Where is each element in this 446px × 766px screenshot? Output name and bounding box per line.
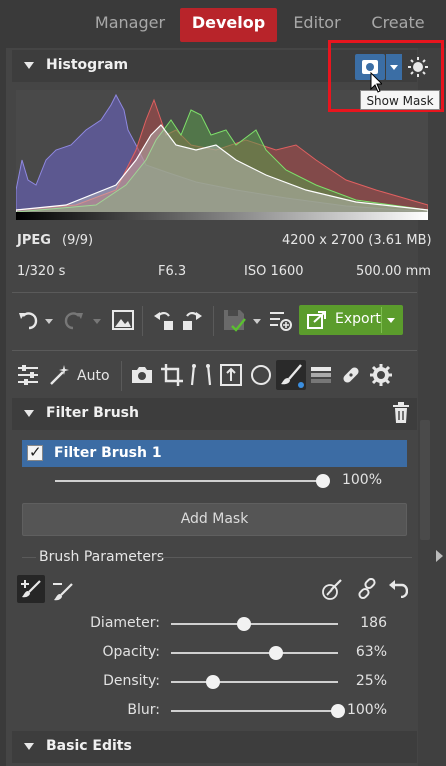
collapse-triangle-icon bbox=[24, 410, 34, 417]
divider bbox=[12, 350, 417, 351]
iso: ISO 1600 bbox=[244, 264, 304, 279]
export-divider bbox=[381, 307, 382, 333]
opacity-slider[interactable] bbox=[171, 652, 338, 654]
collapse-panel-arrow-icon[interactable] bbox=[436, 550, 443, 562]
tab-create[interactable]: Create bbox=[360, 8, 436, 42]
density-knob[interactable] bbox=[205, 675, 220, 689]
focal-length: 500.00 mm bbox=[356, 264, 431, 279]
reset-arrow-icon[interactable] bbox=[388, 578, 408, 598]
shutter-speed: 1/320 s bbox=[17, 264, 66, 279]
aperture: F6.3 bbox=[158, 264, 187, 279]
export-button[interactable]: Export bbox=[299, 305, 403, 335]
undo-history-dropdown[interactable] bbox=[45, 319, 53, 324]
blur-value: 100% bbox=[346, 702, 387, 718]
toolbar-separator bbox=[142, 306, 143, 336]
density-value: 25% bbox=[355, 673, 387, 689]
opacity-knob[interactable] bbox=[269, 646, 284, 660]
save-options-dropdown[interactable] bbox=[253, 319, 261, 324]
density-slider[interactable] bbox=[171, 681, 338, 683]
collapse-triangle-icon bbox=[24, 743, 34, 750]
export-options-dropdown[interactable] bbox=[387, 318, 395, 323]
mouse-cursor-icon bbox=[370, 72, 382, 93]
camera-icon[interactable] bbox=[130, 363, 154, 387]
filter-brush-header[interactable]: Filter Brush bbox=[12, 398, 417, 430]
density-label: Density: bbox=[103, 673, 160, 689]
divider bbox=[158, 557, 412, 558]
diameter-knob[interactable] bbox=[237, 617, 252, 631]
crop-icon[interactable] bbox=[160, 363, 184, 387]
toolbar-separator bbox=[121, 361, 122, 391]
divider bbox=[12, 292, 417, 293]
brush-erase-icon[interactable] bbox=[52, 579, 74, 601]
diameter-value: 186 bbox=[360, 615, 387, 631]
brush-add-icon bbox=[21, 580, 41, 598]
opacity-label: Opacity: bbox=[102, 644, 160, 660]
save-icon[interactable] bbox=[222, 308, 246, 332]
auto-brush-icon[interactable] bbox=[321, 578, 343, 600]
tab-develop[interactable]: Develop bbox=[180, 8, 277, 42]
layer-opacity-value: 100% bbox=[341, 472, 382, 488]
filter-brush-layer-row[interactable]: Filter Brush 1 bbox=[22, 440, 407, 467]
export-label: Export bbox=[335, 311, 381, 327]
redo-history-dropdown[interactable] bbox=[93, 319, 101, 324]
exposure-box-icon[interactable] bbox=[219, 363, 243, 387]
diameter-slider[interactable] bbox=[171, 623, 338, 625]
left-edge bbox=[0, 48, 6, 766]
auto-label[interactable]: Auto bbox=[77, 368, 110, 384]
diameter-label: Diameter: bbox=[90, 615, 160, 631]
blur-slider[interactable] bbox=[171, 710, 338, 712]
rotate-left-icon[interactable] bbox=[152, 308, 176, 332]
filter-brush-title: Filter Brush bbox=[46, 405, 139, 421]
image-format: JPEG bbox=[17, 233, 51, 248]
layer-name: Filter Brush 1 bbox=[54, 445, 162, 461]
gradient-filter-icon[interactable] bbox=[309, 363, 333, 387]
histogram-tone-gradient bbox=[16, 212, 428, 220]
layer-opacity-slider[interactable] bbox=[55, 480, 323, 482]
brush-parameters-title: Brush Parameters bbox=[39, 549, 164, 565]
undo-icon[interactable] bbox=[16, 308, 40, 332]
opacity-value: 63% bbox=[355, 644, 387, 660]
divider bbox=[22, 557, 36, 558]
add-mask-button[interactable]: Add Mask bbox=[22, 503, 407, 536]
toolbar-separator bbox=[213, 306, 214, 336]
trash-icon[interactable] bbox=[392, 402, 410, 424]
settings-gear-icon[interactable] bbox=[369, 363, 393, 387]
adjustments-icon[interactable] bbox=[16, 363, 40, 387]
scrollbar-thumb[interactable] bbox=[420, 420, 430, 540]
retouch-bandage-icon[interactable] bbox=[339, 363, 363, 387]
export-icon bbox=[307, 311, 326, 329]
tab-manager[interactable]: Manager bbox=[86, 8, 174, 42]
rotate-right-icon[interactable] bbox=[180, 308, 204, 332]
image-index: (9/9) bbox=[62, 233, 94, 248]
basic-edits-title: Basic Edits bbox=[46, 738, 132, 754]
presets-icon[interactable] bbox=[268, 308, 292, 332]
layer-enabled-checkbox[interactable] bbox=[27, 443, 43, 461]
auto-wand-icon[interactable] bbox=[48, 363, 72, 387]
link-icon[interactable] bbox=[356, 578, 378, 600]
image-dimensions: 4200 x 2700 (3.61 MB) bbox=[282, 233, 432, 248]
blur-label: Blur: bbox=[127, 702, 160, 718]
tab-editor[interactable]: Editor bbox=[284, 8, 350, 42]
radial-filter-icon[interactable] bbox=[249, 363, 273, 387]
brush-add-mode-tab[interactable] bbox=[17, 575, 45, 603]
collapse-triangle-icon bbox=[24, 62, 34, 69]
compare-image-icon[interactable] bbox=[111, 308, 135, 332]
histogram-title: Histogram bbox=[46, 57, 129, 73]
active-dot bbox=[298, 382, 304, 388]
perspective-icon[interactable] bbox=[189, 363, 213, 387]
redo-icon[interactable] bbox=[62, 308, 86, 332]
basic-edits-header[interactable]: Basic Edits bbox=[12, 731, 417, 763]
filter-brush-tool-selected[interactable] bbox=[276, 360, 306, 390]
